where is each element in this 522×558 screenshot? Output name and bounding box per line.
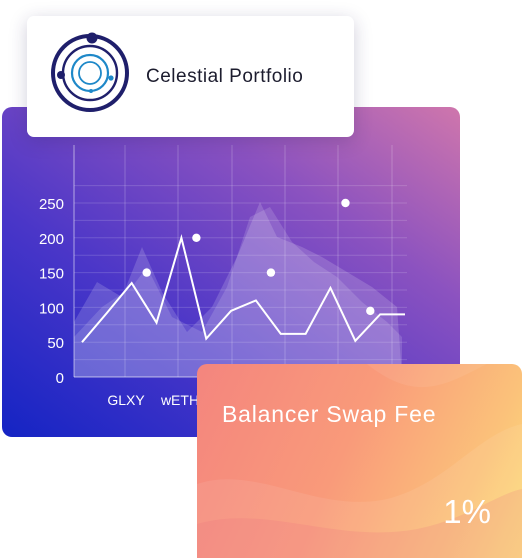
y-tick-label: 0 xyxy=(56,370,64,387)
data-point xyxy=(366,306,375,316)
data-point xyxy=(192,233,201,242)
y-tick-label: 250 xyxy=(39,196,64,213)
y-tick-label: 100 xyxy=(39,300,64,317)
y-tick-label: 200 xyxy=(39,231,64,248)
fee-value: 1% xyxy=(443,493,491,530)
x-tick-label: wETH xyxy=(160,392,199,408)
y-tick-label: 50 xyxy=(47,335,64,352)
fee-title: Balancer Swap Fee xyxy=(222,401,437,427)
brand-name: Celestial Portfolio xyxy=(146,66,304,87)
swap-fee-card: Balancer Swap Fee 1% xyxy=(197,364,522,558)
y-tick-label: 150 xyxy=(39,266,64,283)
x-axis-ticks: GLXY wETH xyxy=(107,392,199,408)
data-point xyxy=(266,268,276,277)
data-point xyxy=(341,198,350,208)
orbit-logo-icon xyxy=(51,32,129,112)
x-tick-label: GLXY xyxy=(107,392,145,408)
data-point xyxy=(142,268,151,277)
y-axis-ticks: 0 50 100 150 200 250 xyxy=(39,196,64,387)
brand-card: Celestial Portfolio xyxy=(27,16,354,137)
